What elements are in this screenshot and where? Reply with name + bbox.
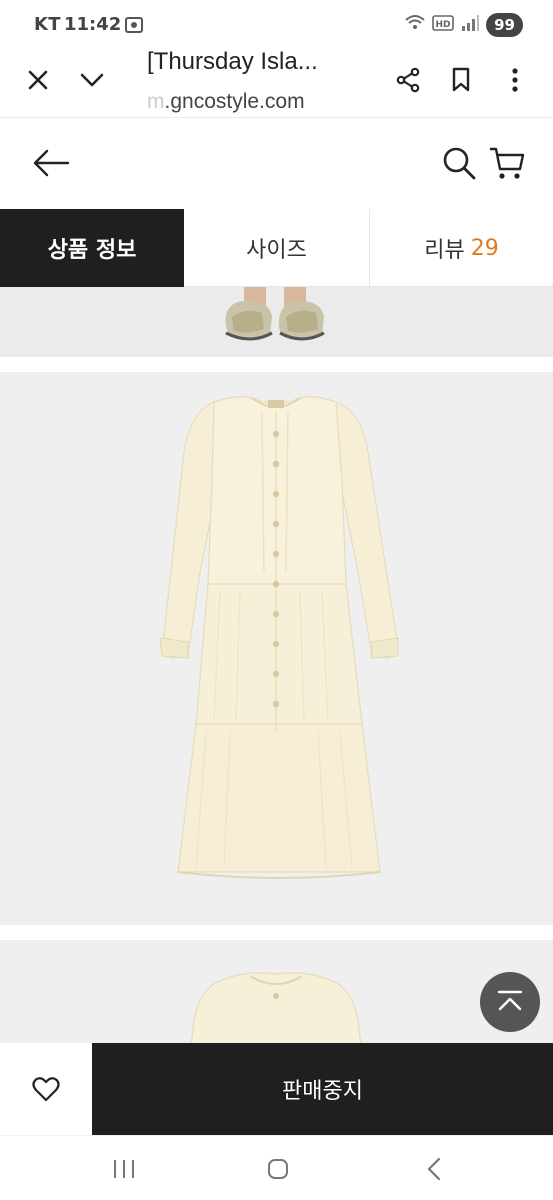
recent-apps-icon[interactable] <box>108 1154 140 1184</box>
arrow-up-icon <box>497 990 523 1011</box>
wishlist-button[interactable] <box>0 1043 92 1135</box>
sale-stopped-label: 판매중지 <box>282 1079 363 1104</box>
page-url[interactable]: m.gncostyle.com <box>147 90 305 114</box>
image-divider <box>0 357 553 372</box>
product-image-shoes <box>0 287 553 357</box>
home-icon[interactable] <box>262 1154 294 1184</box>
product-tabs: 상품 정보 사이즈 리뷰 29 <box>0 209 553 287</box>
back-nav-icon[interactable] <box>418 1154 450 1184</box>
chevron-down-icon[interactable] <box>77 65 107 95</box>
notification-count-badge: 99 <box>486 13 523 37</box>
search-icon[interactable] <box>441 145 477 181</box>
carrier-label: KT <box>34 14 61 35</box>
svg-text:HD: HD <box>436 20 451 30</box>
status-bar: KT 11:42 HD 99 <box>0 0 553 48</box>
image-divider <box>0 925 553 940</box>
hd-icon: HD <box>432 14 454 36</box>
clock-time: 11:42 <box>64 14 122 35</box>
purchase-bar: 판매중지 <box>0 1043 553 1135</box>
wifi-calling-icon <box>404 13 426 37</box>
back-arrow-icon[interactable] <box>32 146 72 180</box>
heart-icon <box>32 1077 60 1102</box>
tab-product-info[interactable]: 상품 정보 <box>0 209 184 287</box>
close-icon[interactable] <box>23 65 53 95</box>
review-count: 29 <box>470 235 499 261</box>
cart-icon[interactable] <box>488 145 526 181</box>
bookmark-icon[interactable] <box>446 65 476 95</box>
scroll-to-top-button[interactable] <box>480 972 540 1032</box>
sale-stopped-button[interactable]: 판매중지 <box>92 1043 553 1135</box>
tab-label: 상품 정보 <box>47 238 137 263</box>
tab-size[interactable]: 사이즈 <box>184 209 370 287</box>
tab-label: 리뷰 <box>424 238 465 263</box>
site-header <box>0 118 553 210</box>
url-domain: .gncostyle.com <box>164 90 305 113</box>
url-prefix: m <box>147 90 165 113</box>
product-image-dress-front <box>0 372 553 925</box>
signal-icon <box>460 14 480 36</box>
share-icon[interactable] <box>393 65 423 95</box>
browser-toolbar: [Thursday Isla... m.gncostyle.com <box>0 48 553 118</box>
page-title[interactable]: [Thursday Isla... <box>147 48 318 76</box>
more-vert-icon[interactable] <box>500 65 530 95</box>
screen-record-icon <box>124 15 144 35</box>
tab-label: 사이즈 <box>246 238 307 263</box>
system-navigation-bar <box>0 1135 553 1200</box>
tab-review[interactable]: 리뷰 29 <box>370 209 553 287</box>
